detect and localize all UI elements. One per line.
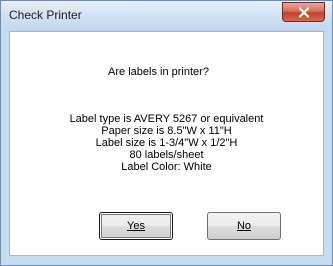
no-button[interactable]: No: [207, 212, 281, 240]
detail-labels-per-sheet: 80 labels/sheet: [129, 149, 204, 161]
question-text: Are labels in printer?: [108, 66, 209, 78]
close-button[interactable]: [282, 2, 325, 22]
detail-paper-size: Paper size is 8.5"W x 11"H: [101, 125, 232, 137]
yes-button-label: Yes: [127, 220, 145, 232]
dialog-window: Check Printer Are labels in printer? Lab…: [0, 0, 333, 266]
close-icon: [298, 6, 310, 18]
label-details: Label type is AVERY 5267 or equivalent P…: [1, 113, 332, 173]
yes-button[interactable]: Yes: [99, 212, 173, 240]
title-bar[interactable]: Check Printer: [1, 1, 332, 31]
detail-label-type: Label type is AVERY 5267 or equivalent: [69, 113, 264, 125]
detail-label-size: Label size is 1-3/4"W x 1/2"H: [95, 137, 238, 149]
window-title: Check Printer: [9, 8, 82, 22]
detail-label-color: Label Color: White: [121, 161, 212, 173]
no-button-label: No: [236, 220, 252, 232]
